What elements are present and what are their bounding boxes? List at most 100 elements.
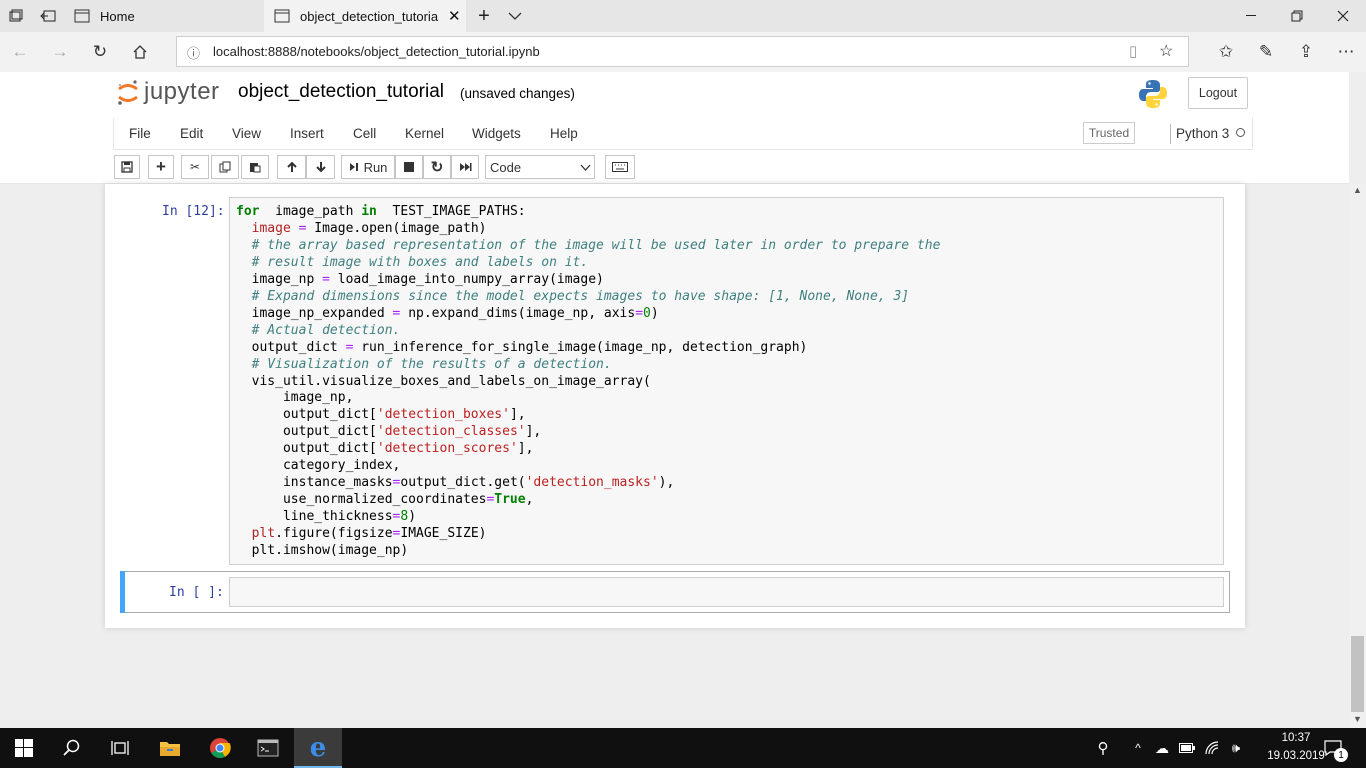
code-line: line_thickness=8) — [236, 508, 416, 525]
info-icon[interactable]: ⓘ — [187, 43, 200, 62]
run-label: Run — [363, 159, 388, 175]
people-icon[interactable]: ⚲ — [1090, 728, 1116, 768]
paste-icon[interactable] — [241, 155, 269, 179]
close-tab-icon[interactable]: ✕ — [448, 7, 461, 25]
code-line: image = Image.open(image_path) — [236, 220, 487, 237]
set-tabs-aside-icon[interactable] — [32, 0, 64, 32]
code-token: output_dict[ — [236, 441, 377, 457]
menu-file[interactable]: File — [129, 126, 151, 141]
menu-help[interactable]: Help — [550, 126, 578, 141]
code-token: # Actual detection. — [251, 322, 401, 338]
tab-notebook[interactable]: object_detection_tutoria ✕ — [264, 0, 466, 32]
restart-icon[interactable]: ↻ — [423, 155, 451, 179]
windows-start-icon[interactable] — [0, 728, 48, 768]
code-line: image_np_expanded = np.expand_dims(image… — [236, 305, 659, 322]
copy-icon[interactable] — [211, 155, 239, 179]
code-token: 0 — [643, 305, 651, 321]
scroll-down-icon[interactable]: ▼ — [1353, 714, 1362, 724]
menu-kernel[interactable]: Kernel — [405, 126, 444, 141]
jupyter-logo-icon[interactable] — [116, 78, 140, 108]
search-icon[interactable] — [48, 728, 96, 768]
chevron-down-icon[interactable] — [500, 0, 530, 32]
empty-code-cell-input[interactable] — [229, 577, 1224, 607]
page-scrollbar[interactable]: ▲ ▼ — [1349, 184, 1366, 728]
fast-forward-icon[interactable] — [451, 155, 479, 179]
cell-type-select[interactable]: Code — [485, 155, 595, 179]
wifi-icon[interactable] — [1200, 728, 1224, 768]
new-tab-icon[interactable]: + — [466, 0, 502, 32]
cell-prompt: In [ ]: — [169, 585, 224, 600]
move-up-icon[interactable] — [277, 155, 306, 179]
code-line: output_dict['detection_scores'], — [236, 440, 533, 457]
close-window-icon[interactable] — [1320, 0, 1366, 32]
refresh-icon[interactable]: ↻ — [80, 32, 120, 72]
forward-icon[interactable]: → — [40, 32, 80, 72]
file-explorer-icon[interactable] — [146, 728, 194, 768]
cut-icon[interactable]: ✂ — [181, 155, 209, 179]
cell-prompt: In [12]: — [162, 204, 225, 219]
tab-home[interactable]: Home — [64, 0, 264, 32]
code-token: , — [525, 492, 534, 508]
code-line: for image_path in TEST_IMAGE_PATHS: — [236, 203, 526, 220]
scrollbar-thumb[interactable] — [1351, 636, 1364, 712]
share-icon[interactable]: ⇪ — [1286, 32, 1326, 72]
url-text[interactable]: localhost:8888/notebooks/object_detectio… — [213, 44, 540, 59]
menu-widgets[interactable]: Widgets — [472, 126, 521, 141]
chrome-icon[interactable] — [196, 728, 244, 768]
kernel-name[interactable]: Python 3 — [1176, 126, 1229, 141]
code-line: # the array based representation of the … — [236, 237, 941, 254]
code-token: TEST_IMAGE_PATHS: — [376, 204, 526, 219]
terminal-icon[interactable] — [244, 728, 292, 768]
move-down-icon[interactable] — [306, 155, 335, 179]
menu-insert[interactable]: Insert — [290, 126, 324, 141]
menu-view[interactable]: View — [232, 126, 261, 141]
scroll-up-icon[interactable]: ▲ — [1353, 185, 1362, 195]
code-token: True — [494, 492, 526, 508]
address-bar[interactable]: ⓘ localhost:8888/notebooks/object_detect… — [176, 36, 1189, 67]
task-view-icon[interactable] — [96, 728, 144, 768]
onedrive-cloud-icon[interactable]: ☁ — [1150, 728, 1174, 768]
stop-icon[interactable] — [395, 155, 423, 179]
reading-view-icon[interactable]: ▯ — [1129, 42, 1137, 60]
show-hidden-icons-icon[interactable]: ^ — [1126, 728, 1150, 768]
menu-edit[interactable]: Edit — [180, 126, 203, 141]
jupyter-header: jupyter object_detection_tutorial (unsav… — [0, 72, 1349, 118]
add-cell-icon[interactable]: + — [148, 155, 174, 179]
restore-icon[interactable] — [1274, 0, 1320, 32]
save-icon[interactable] — [114, 155, 140, 179]
minimize-icon[interactable] — [1228, 0, 1274, 32]
action-center-icon[interactable] — [1316, 728, 1350, 768]
trusted-indicator[interactable]: Trusted — [1083, 122, 1135, 144]
volume-icon[interactable]: 🕪 — [1224, 728, 1248, 768]
logout-button[interactable]: Logout — [1188, 77, 1248, 109]
run-button[interactable]: Run — [341, 155, 395, 179]
jupyter-logo-text[interactable]: jupyter — [144, 78, 220, 106]
tab-manager-icon[interactable] — [0, 0, 32, 32]
code-token: output_dict[ — [236, 424, 377, 440]
edge-browser-icon[interactable]: e — [294, 728, 342, 768]
code-line: # Actual detection. — [236, 322, 401, 339]
code-token: ), — [658, 475, 675, 491]
favorites-list-icon[interactable]: ✩ — [1206, 32, 1246, 72]
home-icon[interactable] — [120, 32, 160, 72]
keyboard-icon[interactable] — [605, 155, 635, 179]
tab-label: Home — [100, 8, 135, 24]
code-line: # result image with boxes and labels on … — [236, 254, 589, 271]
notebook-title[interactable]: object_detection_tutorial — [238, 81, 444, 103]
pen-icon[interactable]: ✎ — [1246, 32, 1286, 72]
favorite-star-icon[interactable]: ☆ — [1159, 41, 1173, 61]
code-token: 'detection_boxes' — [376, 407, 510, 423]
menu-cell[interactable]: Cell — [353, 126, 376, 141]
page-icon — [74, 9, 90, 23]
code-line: plt.figure(figsize=IMAGE_SIZE) — [236, 525, 487, 542]
more-icon[interactable]: ⋯ — [1326, 32, 1366, 72]
browser-navbar: ← → ↻ ⓘ localhost:8888/notebooks/object_… — [0, 32, 1366, 72]
back-icon[interactable]: ← — [0, 32, 40, 72]
code-token: run_inference_for_single_image(image_np,… — [353, 339, 808, 355]
code-token: ], — [517, 441, 534, 457]
battery-icon[interactable] — [1174, 728, 1200, 768]
code-token: = — [290, 220, 307, 236]
